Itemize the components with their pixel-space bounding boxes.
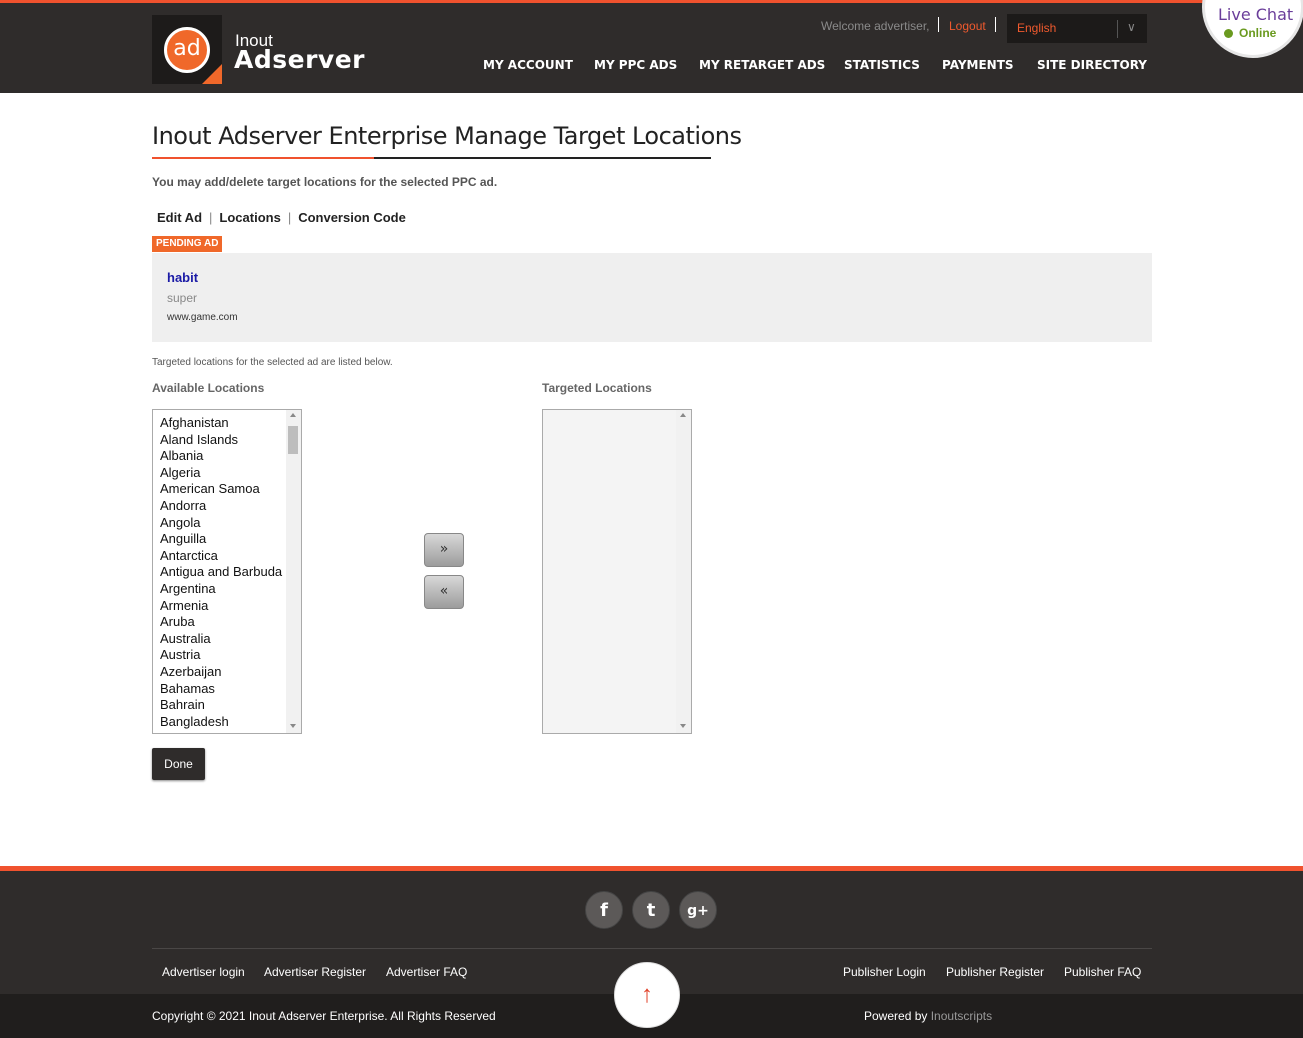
logo-mark: ad [173, 36, 201, 61]
tab-separator: | [209, 210, 213, 225]
powered-by-label: Powered by [864, 1009, 928, 1023]
location-option[interactable]: Aruba [160, 614, 282, 631]
logo[interactable]: ad [152, 15, 222, 84]
location-option[interactable]: American Samoa [160, 481, 282, 498]
scroll-down-icon[interactable] [680, 724, 686, 728]
location-option[interactable]: Armenia [160, 598, 282, 615]
powered-by-brand-link[interactable]: Inoutscripts [931, 1009, 992, 1023]
separator [938, 17, 939, 32]
logo-text-big: Adserver [234, 45, 365, 74]
location-option[interactable]: Antarctica [160, 548, 282, 565]
tab-locations[interactable]: Locations [219, 210, 280, 225]
location-option[interactable]: Anguilla [160, 531, 282, 548]
nav-my-account[interactable]: MY ACCOUNT [483, 58, 573, 72]
ad-tabs: Edit Ad | Locations | Conversion Code [157, 210, 406, 225]
add-location-button[interactable]: » [424, 533, 464, 567]
location-option[interactable]: Azerbaijan [160, 664, 282, 681]
nav-statistics[interactable]: STATISTICS [844, 58, 920, 72]
page-subtitle: You may add/delete target locations for … [152, 175, 498, 189]
live-chat-title: Live Chat [1218, 5, 1294, 24]
tab-conversion-code[interactable]: Conversion Code [298, 210, 406, 225]
back-to-top-button[interactable]: ↑ [614, 962, 680, 1028]
targeted-locations-list[interactable] [542, 409, 692, 734]
language-value: English [1017, 21, 1057, 35]
nav-my-retarget-ads[interactable]: MY RETARGET ADS [699, 58, 825, 72]
separator [995, 17, 996, 32]
scroll-down-icon[interactable] [290, 724, 296, 728]
publisher-login-link[interactable]: Publisher Login [843, 965, 926, 979]
location-option[interactable]: Antigua and Barbuda [160, 564, 282, 581]
page-title: Inout Adserver Enterprise Manage Target … [152, 122, 742, 150]
logo-corner [202, 64, 222, 84]
ad-description: super [167, 291, 198, 305]
location-option[interactable]: Bahamas [160, 681, 282, 698]
location-option[interactable]: Afghanistan [160, 415, 282, 432]
facebook-icon[interactable]: f [585, 891, 623, 929]
twitter-icon[interactable]: t [632, 891, 670, 929]
location-option[interactable]: Andorra [160, 498, 282, 515]
welcome-text: Welcome advertiser, [821, 19, 930, 33]
available-locations-label: Available Locations [152, 381, 265, 395]
nav-site-directory[interactable]: SITE DIRECTORY [1037, 58, 1147, 72]
chevron-down-icon: ∨ [1127, 20, 1136, 34]
copyright-text: Copyright © 2021 Inout Adserver Enterpri… [152, 1009, 496, 1023]
site-header: ad Inout Adserver Welcome advertiser, Lo… [0, 3, 1303, 93]
location-option[interactable]: Austria [160, 647, 282, 664]
ad-preview: habit super www.game.com [152, 253, 1152, 342]
scrollbar[interactable] [676, 410, 691, 733]
remove-location-button[interactable]: « [424, 575, 464, 609]
scroll-up-icon[interactable] [290, 413, 296, 417]
logout-link[interactable]: Logout [949, 19, 986, 33]
location-option[interactable]: Algeria [160, 465, 282, 482]
available-locations-list[interactable]: Afghanistan Aland Islands Albania Algeria Am… [152, 409, 302, 734]
ad-url: www.game.com [167, 312, 238, 323]
footer-divider [152, 948, 1152, 949]
title-underline-accent [152, 157, 374, 159]
targeted-locations-label: Targeted Locations [542, 381, 652, 395]
done-button[interactable]: Done [152, 748, 205, 780]
online-status-icon [1224, 29, 1233, 38]
select-divider [1117, 20, 1118, 38]
google-plus-icon[interactable]: g+ [679, 891, 717, 929]
location-option[interactable]: Australia [160, 631, 282, 648]
targeted-note: Targeted locations for the selected ad a… [152, 357, 393, 368]
scroll-up-icon[interactable] [680, 413, 686, 417]
advertiser-login-link[interactable]: Advertiser login [162, 965, 245, 979]
location-option[interactable]: Albania [160, 448, 282, 465]
location-option[interactable]: Aland Islands [160, 432, 282, 449]
location-option[interactable]: Argentina [160, 581, 282, 598]
powered-by: Powered by Inoutscripts [864, 1009, 992, 1023]
location-option[interactable]: Bahrain [160, 697, 282, 714]
publisher-faq-link[interactable]: Publisher FAQ [1064, 965, 1141, 979]
live-chat-status: Online [1239, 26, 1277, 40]
nav-my-ppc-ads[interactable]: MY PPC ADS [594, 58, 677, 72]
status-badge: PENDING AD [152, 236, 223, 252]
available-locations-items: Afghanistan Aland Islands Albania Algeria Am… [160, 415, 282, 730]
advertiser-register-link[interactable]: Advertiser Register [264, 965, 366, 979]
nav-payments[interactable]: PAYMENTS [942, 58, 1014, 72]
location-option[interactable]: Bangladesh [160, 714, 282, 731]
location-option[interactable]: Angola [160, 515, 282, 532]
publisher-register-link[interactable]: Publisher Register [946, 965, 1044, 979]
tab-edit-ad[interactable]: Edit Ad [157, 210, 202, 225]
ad-title[interactable]: habit [167, 270, 198, 285]
language-select[interactable]: English ∨ [1007, 14, 1147, 43]
advertiser-faq-link[interactable]: Advertiser FAQ [386, 965, 467, 979]
tab-separator: | [287, 210, 292, 225]
scrollbar[interactable] [286, 410, 301, 733]
arrow-up-icon: ↑ [641, 981, 653, 1008]
scroll-thumb[interactable] [288, 426, 298, 454]
